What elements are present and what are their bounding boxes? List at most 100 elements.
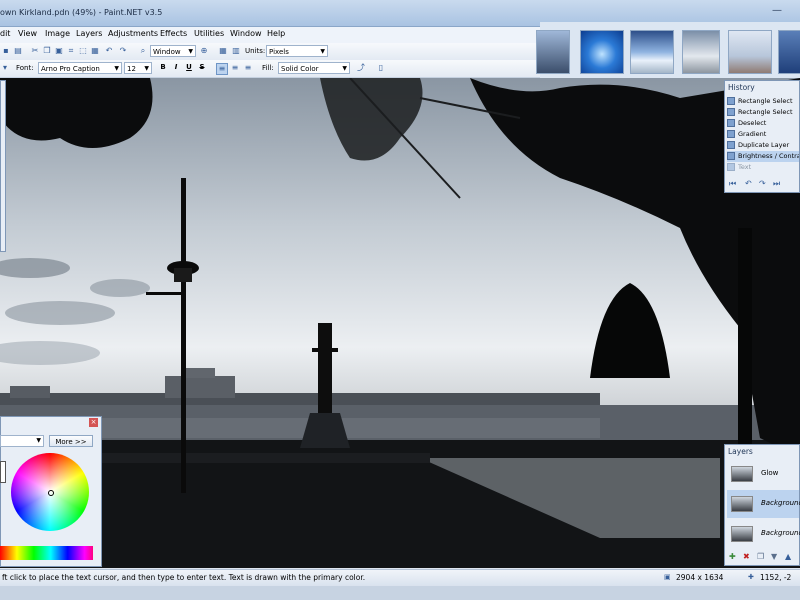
layer-item-selected[interactable]: Background: [727, 490, 800, 518]
layers-panel-title: Layers: [728, 447, 753, 456]
image-thumbnail[interactable]: [682, 30, 720, 74]
ruler-icon[interactable]: ▥: [231, 46, 241, 56]
history-item-label: Gradient: [738, 130, 767, 138]
color-picker-handle[interactable]: [48, 490, 54, 496]
menu-image[interactable]: Image: [45, 29, 70, 38]
history-item-label: Duplicate Layer: [738, 141, 790, 149]
menu-effects[interactable]: Effects: [160, 29, 187, 38]
image-thumbnail[interactable]: [580, 30, 624, 74]
primary-color-swatch[interactable]: [0, 461, 6, 483]
crop-icon[interactable]: ⌗: [66, 46, 76, 56]
color-mode-select[interactable]: ▼: [0, 435, 44, 447]
grid-icon[interactable]: ▦: [218, 46, 228, 56]
align-right-icon[interactable]: ≡: [243, 63, 253, 73]
paste-icon[interactable]: ▣: [54, 46, 64, 56]
deselect-icon: [727, 119, 735, 127]
menu-help[interactable]: Help: [267, 29, 285, 38]
status-hint: ft click to place the text cursor, and t…: [2, 573, 366, 582]
close-icon[interactable]: ×: [89, 418, 98, 427]
image-thumbnail[interactable]: [728, 30, 772, 74]
align-center-icon[interactable]: ≡: [230, 63, 240, 73]
copy-icon[interactable]: ❐: [42, 46, 52, 56]
zoom-in-icon[interactable]: ⊕: [199, 46, 209, 56]
history-item[interactable]: Deselect: [727, 118, 799, 129]
history-item[interactable]: Duplicate Layer: [727, 140, 799, 151]
font-size-value: 12: [127, 65, 136, 73]
menu-bar: dit View Image Layers Adjustments Effect…: [0, 27, 540, 43]
colors-panel: × ▼ More >>: [0, 416, 102, 567]
window-bottom-edge: [0, 586, 800, 600]
menu-edit[interactable]: dit: [0, 29, 10, 38]
menu-layers[interactable]: Layers: [76, 29, 102, 38]
print-icon[interactable]: ▤: [13, 46, 23, 56]
history-item-selected[interactable]: Brightness / Contrast: [727, 151, 799, 162]
chevron-down-icon: ▼: [342, 65, 347, 72]
image-thumbnail[interactable]: [536, 30, 570, 74]
gradient-icon: [727, 130, 735, 138]
zoom-select[interactable]: Window ▼: [150, 45, 196, 57]
italic-button[interactable]: I: [171, 63, 181, 71]
redo-icon[interactable]: ↷: [759, 179, 766, 188]
color-palette[interactable]: [0, 546, 93, 560]
rewind-icon[interactable]: ⏮: [729, 179, 736, 189]
chevron-down-icon: ▼: [188, 48, 193, 55]
history-item[interactable]: Rectangle Select: [727, 107, 799, 118]
antialias-icon[interactable]: ⤴: [356, 63, 366, 73]
zoom-select-value: Window: [153, 48, 181, 56]
image-canvas[interactable]: [0, 78, 800, 568]
align-left-icon[interactable]: ≡: [216, 63, 228, 75]
units-select[interactable]: Pixels ▼: [266, 45, 328, 57]
cut-icon[interactable]: ✂: [30, 46, 40, 56]
image-thumbnails: [536, 22, 800, 78]
image-size-readout: 2904 x 1634: [676, 573, 724, 582]
add-layer-icon[interactable]: ✚: [729, 552, 736, 561]
blend-mode-icon[interactable]: ▯: [376, 63, 386, 73]
image-thumbnail[interactable]: [630, 30, 674, 74]
delete-layer-icon[interactable]: ✖: [743, 552, 750, 561]
tool-dropdown-icon[interactable]: ▾: [0, 63, 10, 73]
move-layer-up-icon[interactable]: ▲: [785, 552, 791, 561]
font-select[interactable]: Arno Pro Caption ▼: [38, 62, 122, 74]
font-size-select[interactable]: 12 ▼: [124, 62, 152, 74]
deselect-icon[interactable]: ⬚: [78, 46, 88, 56]
layer-item[interactable]: Glow: [727, 460, 799, 488]
history-item-label: Rectangle Select: [738, 97, 793, 105]
rectangle-select-icon: [727, 97, 735, 105]
layer-item[interactable]: Background: [727, 520, 800, 548]
history-item[interactable]: Gradient: [727, 129, 799, 140]
redo-icon[interactable]: ↷: [118, 46, 128, 56]
rectangle-select-icon: [727, 108, 735, 116]
menu-adjustments[interactable]: Adjustments: [108, 29, 158, 38]
more-button[interactable]: More >>: [49, 435, 93, 447]
image-size-icon: ▣: [664, 573, 671, 581]
history-item[interactable]: Rectangle Select: [727, 96, 799, 107]
history-item-label: Deselect: [738, 119, 767, 127]
duplicate-layer-icon[interactable]: ❐: [757, 552, 764, 561]
cursor-position-icon: ✚: [748, 573, 754, 581]
history-item-undone[interactable]: Text: [727, 162, 799, 173]
merge-layer-icon[interactable]: ▼: [771, 552, 777, 561]
menu-view[interactable]: View: [18, 29, 37, 38]
main-toolbar: ▪ ▤ ✂ ❐ ▣ ⌗ ⬚ ▦ ↶ ↷ ⌕ Window ▼ ⊕ ▦ ▥ Unit…: [0, 43, 540, 61]
menu-window[interactable]: Window: [230, 29, 262, 38]
save-icon[interactable]: ▪: [1, 46, 11, 56]
menu-utilities[interactable]: Utilities: [194, 29, 224, 38]
undo-icon[interactable]: ↶: [104, 46, 114, 56]
history-item-label: Rectangle Select: [738, 108, 793, 116]
undo-icon[interactable]: ↶: [745, 179, 752, 188]
bold-button[interactable]: B: [158, 63, 168, 71]
cursor-position-readout: 1152, -2: [760, 573, 792, 582]
select-all-icon[interactable]: ▦: [90, 46, 100, 56]
minimize-icon[interactable]: —: [768, 4, 786, 18]
fast-forward-icon[interactable]: ⏭: [773, 179, 780, 189]
fill-select[interactable]: Solid Color ▼: [278, 62, 350, 74]
image-thumbnail[interactable]: [778, 30, 800, 74]
status-bar: ft click to place the text cursor, and t…: [0, 569, 800, 586]
strikethrough-button[interactable]: S: [197, 63, 207, 71]
layers-panel: Layers Glow Background Background ✚ ✖ ❐ …: [724, 444, 800, 566]
underline-button[interactable]: U: [184, 63, 194, 71]
zoom-icon[interactable]: ⌕: [138, 46, 148, 56]
units-select-value: Pixels: [269, 48, 289, 56]
color-wheel[interactable]: [11, 453, 89, 531]
tool-options-bar: ▾ Font: Arno Pro Caption ▼ 12 ▼ B I U S ≡ …: [0, 60, 540, 78]
